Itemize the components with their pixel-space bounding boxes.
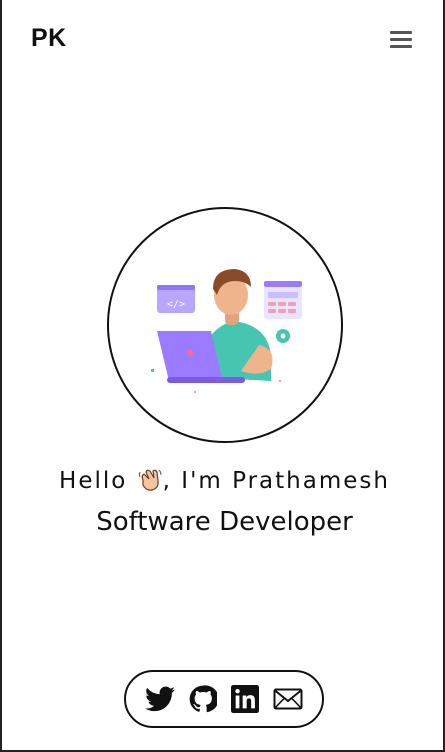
github-link[interactable] [187, 683, 219, 715]
greeting-prefix: Hello [59, 468, 128, 494]
hamburger-icon-line [390, 38, 412, 41]
social-links [124, 670, 324, 728]
twitter-link[interactable] [144, 683, 176, 715]
twitter-icon [145, 686, 176, 712]
role-title: Software Developer [96, 507, 353, 537]
brand-logo[interactable]: PK [31, 24, 67, 53]
page-frame: PK </> Hello , I'm Prathamesh Software D… [0, 0, 445, 752]
greeting-suffix: , I'm Prathamesh [162, 468, 390, 494]
github-icon [189, 685, 217, 713]
menu-button[interactable] [390, 29, 414, 49]
developer-laptop-illustration: </> [151, 269, 302, 393]
hamburger-icon-line [390, 31, 412, 34]
greeting-text: Hello , I'm Prathamesh [2, 466, 445, 494]
hamburger-icon-line [390, 45, 412, 48]
linkedin-link[interactable] [229, 683, 261, 715]
mail-icon [273, 688, 303, 710]
mail-link[interactable] [272, 683, 304, 715]
svg-text:</>: </> [167, 299, 185, 310]
profile-avatar: </> [107, 207, 343, 443]
linkedin-icon [231, 685, 260, 713]
waving-hand-icon [138, 469, 162, 491]
